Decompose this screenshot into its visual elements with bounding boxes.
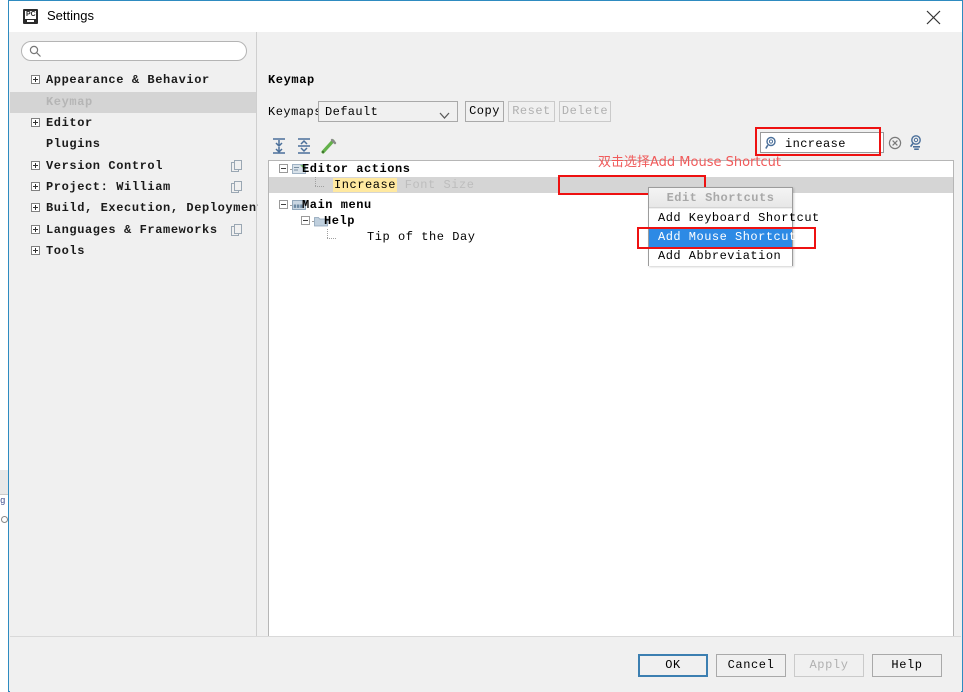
- expand-toggle-icon[interactable]: [31, 203, 40, 212]
- pycharm-icon: PC: [23, 9, 38, 24]
- sidebar-item-plugins[interactable]: Plugins: [10, 134, 256, 155]
- collapse-toggle-icon[interactable]: [279, 164, 288, 173]
- chevron-down-icon: [439, 109, 450, 123]
- sidebar-item-build-execution-deployment[interactable]: Build, Execution, Deployment: [10, 198, 264, 219]
- context-menu: Edit Shortcuts Add Keyboard Shortcut Add …: [648, 187, 819, 266]
- dialog-body: Appearance & Behavior Keymap Editor Plugins…: [10, 32, 961, 663]
- settings-sidebar: Appearance & Behavior Keymap Editor Plugins…: [10, 32, 264, 636]
- sidebar-search-input[interactable]: [48, 44, 242, 60]
- page-title: Keymap: [268, 73, 315, 87]
- tree-row-label: Tip of the Day: [367, 230, 476, 244]
- cancel-button[interactable]: Cancel: [716, 654, 786, 677]
- sidebar-item-project-william[interactable]: Project: William: [10, 177, 256, 198]
- copy-icon[interactable]: [231, 181, 242, 193]
- ok-button[interactable]: OK: [638, 654, 708, 677]
- reset-keymap-button: Reset: [508, 101, 555, 122]
- menu-item-add-abbreviation[interactable]: Add Abbreviation: [649, 247, 792, 266]
- title-bar: PC Settings: [9, 1, 962, 32]
- tree-row-label: Editor actions: [302, 162, 411, 176]
- copy-keymap-button[interactable]: Copy: [465, 101, 504, 122]
- find-input-box[interactable]: [760, 132, 884, 153]
- expand-toggle-icon[interactable]: [31, 182, 40, 191]
- collapse-all-icon[interactable]: [294, 136, 314, 156]
- tree-row-label: Help: [324, 214, 356, 228]
- menu-item-add-mouse-shortcut[interactable]: Add Mouse Shortcut: [649, 228, 796, 247]
- edit-pencil-icon[interactable]: [319, 136, 339, 156]
- expand-toggle-icon[interactable]: [31, 75, 40, 84]
- sidebar-item-tools[interactable]: Tools: [10, 241, 256, 262]
- help-button[interactable]: Help: [872, 654, 942, 677]
- sidebar-item-label: Tools: [46, 244, 86, 258]
- clear-icon[interactable]: [888, 136, 902, 150]
- filter-search-icon[interactable]: [908, 134, 926, 152]
- sidebar-item-label: Project: William: [46, 180, 171, 194]
- keymaps-dropdown[interactable]: Default: [318, 101, 458, 122]
- expand-toggle-icon[interactable]: [31, 118, 40, 127]
- tree-row-label-trailing: Font Size: [397, 178, 475, 192]
- find-input[interactable]: [783, 135, 881, 152]
- dialog-footer: OK Cancel Apply Help: [10, 636, 961, 692]
- tree-guide: [315, 186, 324, 187]
- sidebar-item-label: Appearance & Behavior: [46, 73, 210, 87]
- sidebar-item-label: Plugins: [46, 137, 101, 151]
- sidebar-item-label: Keymap: [46, 95, 93, 109]
- expand-toggle-icon[interactable]: [31, 225, 40, 234]
- expand-toggle-icon[interactable]: [31, 246, 40, 255]
- sidebar-item-keymap[interactable]: Keymap: [10, 92, 256, 113]
- menu-item-add-keyboard-shortcut[interactable]: Add Keyboard Shortcut: [649, 209, 819, 228]
- tree-row[interactable]: Help: [269, 213, 953, 229]
- sidebar-item-label: Build, Execution, Deployment: [46, 201, 265, 215]
- tree-guide: [327, 229, 328, 238]
- tree-guide: [315, 177, 316, 186]
- sidebar-item-appearance-behavior[interactable]: Appearance & Behavior: [10, 70, 256, 91]
- sidebar-item-version-control[interactable]: Version Control: [10, 156, 256, 177]
- search-match-text: Increase: [333, 178, 398, 192]
- copy-icon[interactable]: [231, 160, 242, 172]
- sidebar-item-editor[interactable]: Editor: [10, 113, 256, 134]
- expand-toggle-icon[interactable]: [31, 161, 40, 170]
- search-icon: [29, 45, 42, 62]
- tree-guide: [327, 238, 336, 239]
- copy-icon[interactable]: [231, 224, 242, 236]
- sidebar-item-label: Version Control: [46, 159, 164, 173]
- collapse-toggle-icon[interactable]: [301, 216, 310, 225]
- annotation-text: 双击选择Add Mouse Shortcut: [598, 155, 781, 170]
- context-menu-header: Edit Shortcuts: [649, 188, 792, 208]
- background-strip: g: [0, 470, 8, 560]
- sidebar-item-label: Editor: [46, 116, 93, 130]
- sidebar-search-box[interactable]: [21, 41, 247, 61]
- sidebar-item-languages-frameworks[interactable]: Languages & Frameworks: [10, 220, 256, 241]
- shortcut-tree[interactable]: Editor actions Increase Font Size Main men…: [268, 160, 954, 663]
- keymaps-selected-value: Default: [325, 105, 379, 119]
- tree-row[interactable]: Main menu: [269, 197, 953, 213]
- tree-row-label: Main menu: [302, 198, 372, 212]
- delete-keymap-button: Delete: [559, 101, 611, 122]
- tree-row[interactable]: Increase Font Size: [269, 177, 953, 193]
- sidebar-item-label: Languages & Frameworks: [46, 223, 218, 237]
- close-icon[interactable]: [911, 1, 956, 32]
- settings-dialog: PC Settings Appearance & Behavior Keymap E…: [8, 0, 963, 692]
- collapse-toggle-icon[interactable]: [279, 200, 288, 209]
- tree-row[interactable]: Tip of the Day: [269, 229, 953, 245]
- apply-button: Apply: [794, 654, 864, 677]
- tree-row-label: Increase Font Size: [333, 178, 475, 192]
- window-title: Settings: [47, 8, 94, 23]
- keymap-pane: Keymap Keymaps: Default Copy Reset Delet…: [258, 32, 961, 663]
- expand-all-icon[interactable]: [269, 136, 289, 156]
